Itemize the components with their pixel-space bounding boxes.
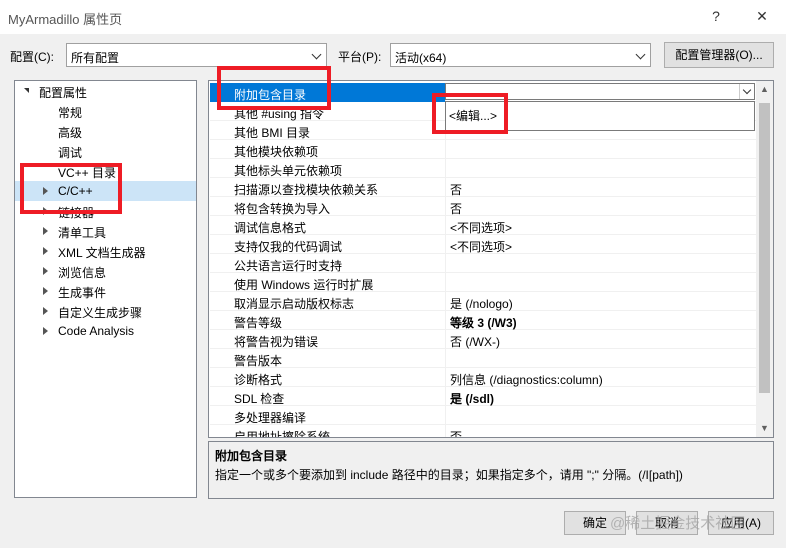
collapsed-icon (43, 227, 48, 235)
property-name: 支持仅我的代码调试 (210, 235, 446, 254)
property-name: SDL 检查 (210, 387, 446, 406)
property-name: 调试信息格式 (210, 216, 446, 235)
tree-item-browse-info[interactable]: 浏览信息 (15, 261, 196, 281)
tree-item-general[interactable]: 常规 (15, 101, 196, 121)
property-row[interactable]: 其他模块依赖项 (210, 140, 756, 159)
property-value: 等级 3 (/W3) (450, 316, 517, 330)
property-row[interactable]: 将包含转换为导入 否 (210, 197, 756, 216)
tree-item-build-events[interactable]: 生成事件 (15, 281, 196, 301)
property-value: 是 (/sdl) (450, 392, 494, 406)
property-row[interactable]: 警告版本 (210, 349, 756, 368)
property-name: 警告版本 (210, 349, 446, 368)
config-select[interactable]: 所有配置 (66, 43, 327, 67)
window-title: MyArmadillo 属性页 (8, 12, 123, 27)
property-row[interactable]: 公共语言运行时支持 (210, 254, 756, 273)
property-value: 是 (/nologo) (450, 297, 513, 311)
chevron-down-icon[interactable] (739, 84, 754, 99)
config-value: 所有配置 (71, 51, 120, 65)
property-value (447, 159, 756, 178)
property-row[interactable]: SDL 检查 是 (/sdl) (210, 387, 756, 406)
property-row[interactable]: 调试信息格式 <不同选项> (210, 216, 756, 235)
tree-item-xml-doc-generator[interactable]: XML 文档生成器 (15, 241, 196, 261)
description-text: 指定一个或多个要添加到 include 路径中的目录；如果指定多个，请用 ";"… (215, 468, 683, 482)
config-manager-button[interactable]: 配置管理器(O)... (664, 42, 774, 68)
property-value: <不同选项> (450, 240, 513, 254)
property-name: 警告等级 (210, 311, 446, 330)
config-label: 配置(C): (10, 50, 54, 64)
title-bar: MyArmadillo 属性页 ? ✕ (0, 0, 786, 34)
property-name: 公共语言运行时支持 (210, 254, 446, 273)
property-value: 否 (450, 183, 463, 197)
chevron-down-icon (308, 44, 326, 66)
platform-select[interactable]: 活动(x64) (390, 43, 651, 67)
platform-label: 平台(P): (338, 50, 382, 64)
scroll-down-icon[interactable]: ▼ (756, 420, 773, 437)
property-value: 列信息 (/diagnostics:column) (450, 373, 603, 387)
property-row[interactable]: 启用地址擦除系统 否 (210, 425, 756, 438)
property-row[interactable]: 使用 Windows 运行时扩展 (210, 273, 756, 292)
watermark: @稀土掘金技术社区 (610, 515, 746, 532)
grid-scrollbar[interactable]: ▲ ▼ (756, 81, 773, 437)
property-row[interactable]: 多处理器编译 (210, 406, 756, 425)
property-value (447, 254, 756, 273)
property-row[interactable]: 取消显示启动版权标志 是 (/nologo) (210, 292, 756, 311)
tree-item-manifest-tool[interactable]: 清单工具 (15, 221, 196, 241)
scroll-thumb[interactable] (759, 103, 770, 393)
collapsed-icon (43, 307, 48, 315)
expanded-icon (24, 88, 29, 93)
tree-item-config-properties[interactable]: 配置属性 (15, 81, 196, 101)
property-row[interactable]: 警告等级 等级 3 (/W3) (210, 311, 756, 330)
property-name: 使用 Windows 运行时扩展 (210, 273, 446, 292)
collapsed-icon (43, 267, 48, 275)
property-name: 将包含转换为导入 (210, 197, 446, 216)
property-name: 其他标头单元依赖项 (210, 159, 446, 178)
property-row[interactable]: 其他标头单元依赖项 (210, 159, 756, 178)
property-row[interactable]: 扫描源以查找模块依赖关系 否 (210, 178, 756, 197)
close-button[interactable]: ✕ (750, 4, 774, 28)
property-value (447, 273, 756, 292)
property-value (447, 140, 756, 159)
tree-item-code-analysis[interactable]: Code Analysis (15, 321, 196, 341)
property-name: 诊断格式 (210, 368, 446, 387)
property-name: 启用地址擦除系统 (210, 425, 446, 437)
description-panel: 附加包含目录 指定一个或多个要添加到 include 路径中的目录；如果指定多个… (208, 441, 774, 499)
property-row[interactable]: 支持仅我的代码调试 <不同选项> (210, 235, 756, 254)
property-name: 将警告视为错误 (210, 330, 446, 349)
collapsed-icon (43, 327, 48, 335)
property-name: 多处理器编译 (210, 406, 446, 425)
property-value: <不同选项> (450, 221, 513, 235)
tree-item-advanced[interactable]: 高级 (15, 121, 196, 141)
tree-item-debugging[interactable]: 调试 (15, 141, 196, 161)
platform-value: 活动(x64) (395, 51, 447, 65)
tree-item-custom-build-step[interactable]: 自定义生成步骤 (15, 301, 196, 321)
property-value (447, 349, 756, 368)
property-row[interactable]: 将警告视为错误 否 (/WX-) (210, 330, 756, 349)
description-title: 附加包含目录 (215, 449, 288, 463)
help-button[interactable]: ? (704, 4, 728, 28)
property-value: 否 (450, 202, 463, 216)
scroll-up-icon[interactable]: ▲ (756, 81, 773, 98)
property-tree[interactable]: 配置属性 常规 高级 调试 VC++ 目录 C/C++ 链接器 清单工具 XML… (14, 80, 197, 498)
property-value (447, 406, 756, 425)
property-value: 否 (450, 430, 463, 438)
collapsed-icon (43, 247, 48, 255)
annotation-box (432, 93, 508, 134)
chevron-down-icon (632, 44, 650, 66)
collapsed-icon (43, 287, 48, 295)
property-name: 取消显示启动版权标志 (210, 292, 446, 311)
property-name: 其他 BMI 目录 (210, 121, 446, 140)
annotation-box (217, 66, 331, 110)
property-row[interactable]: 诊断格式 列信息 (/diagnostics:column) (210, 368, 756, 387)
annotation-box (20, 163, 122, 214)
property-name: 其他模块依赖项 (210, 140, 446, 159)
property-value: 否 (/WX-) (450, 335, 500, 349)
property-name: 扫描源以查找模块依赖关系 (210, 178, 446, 197)
